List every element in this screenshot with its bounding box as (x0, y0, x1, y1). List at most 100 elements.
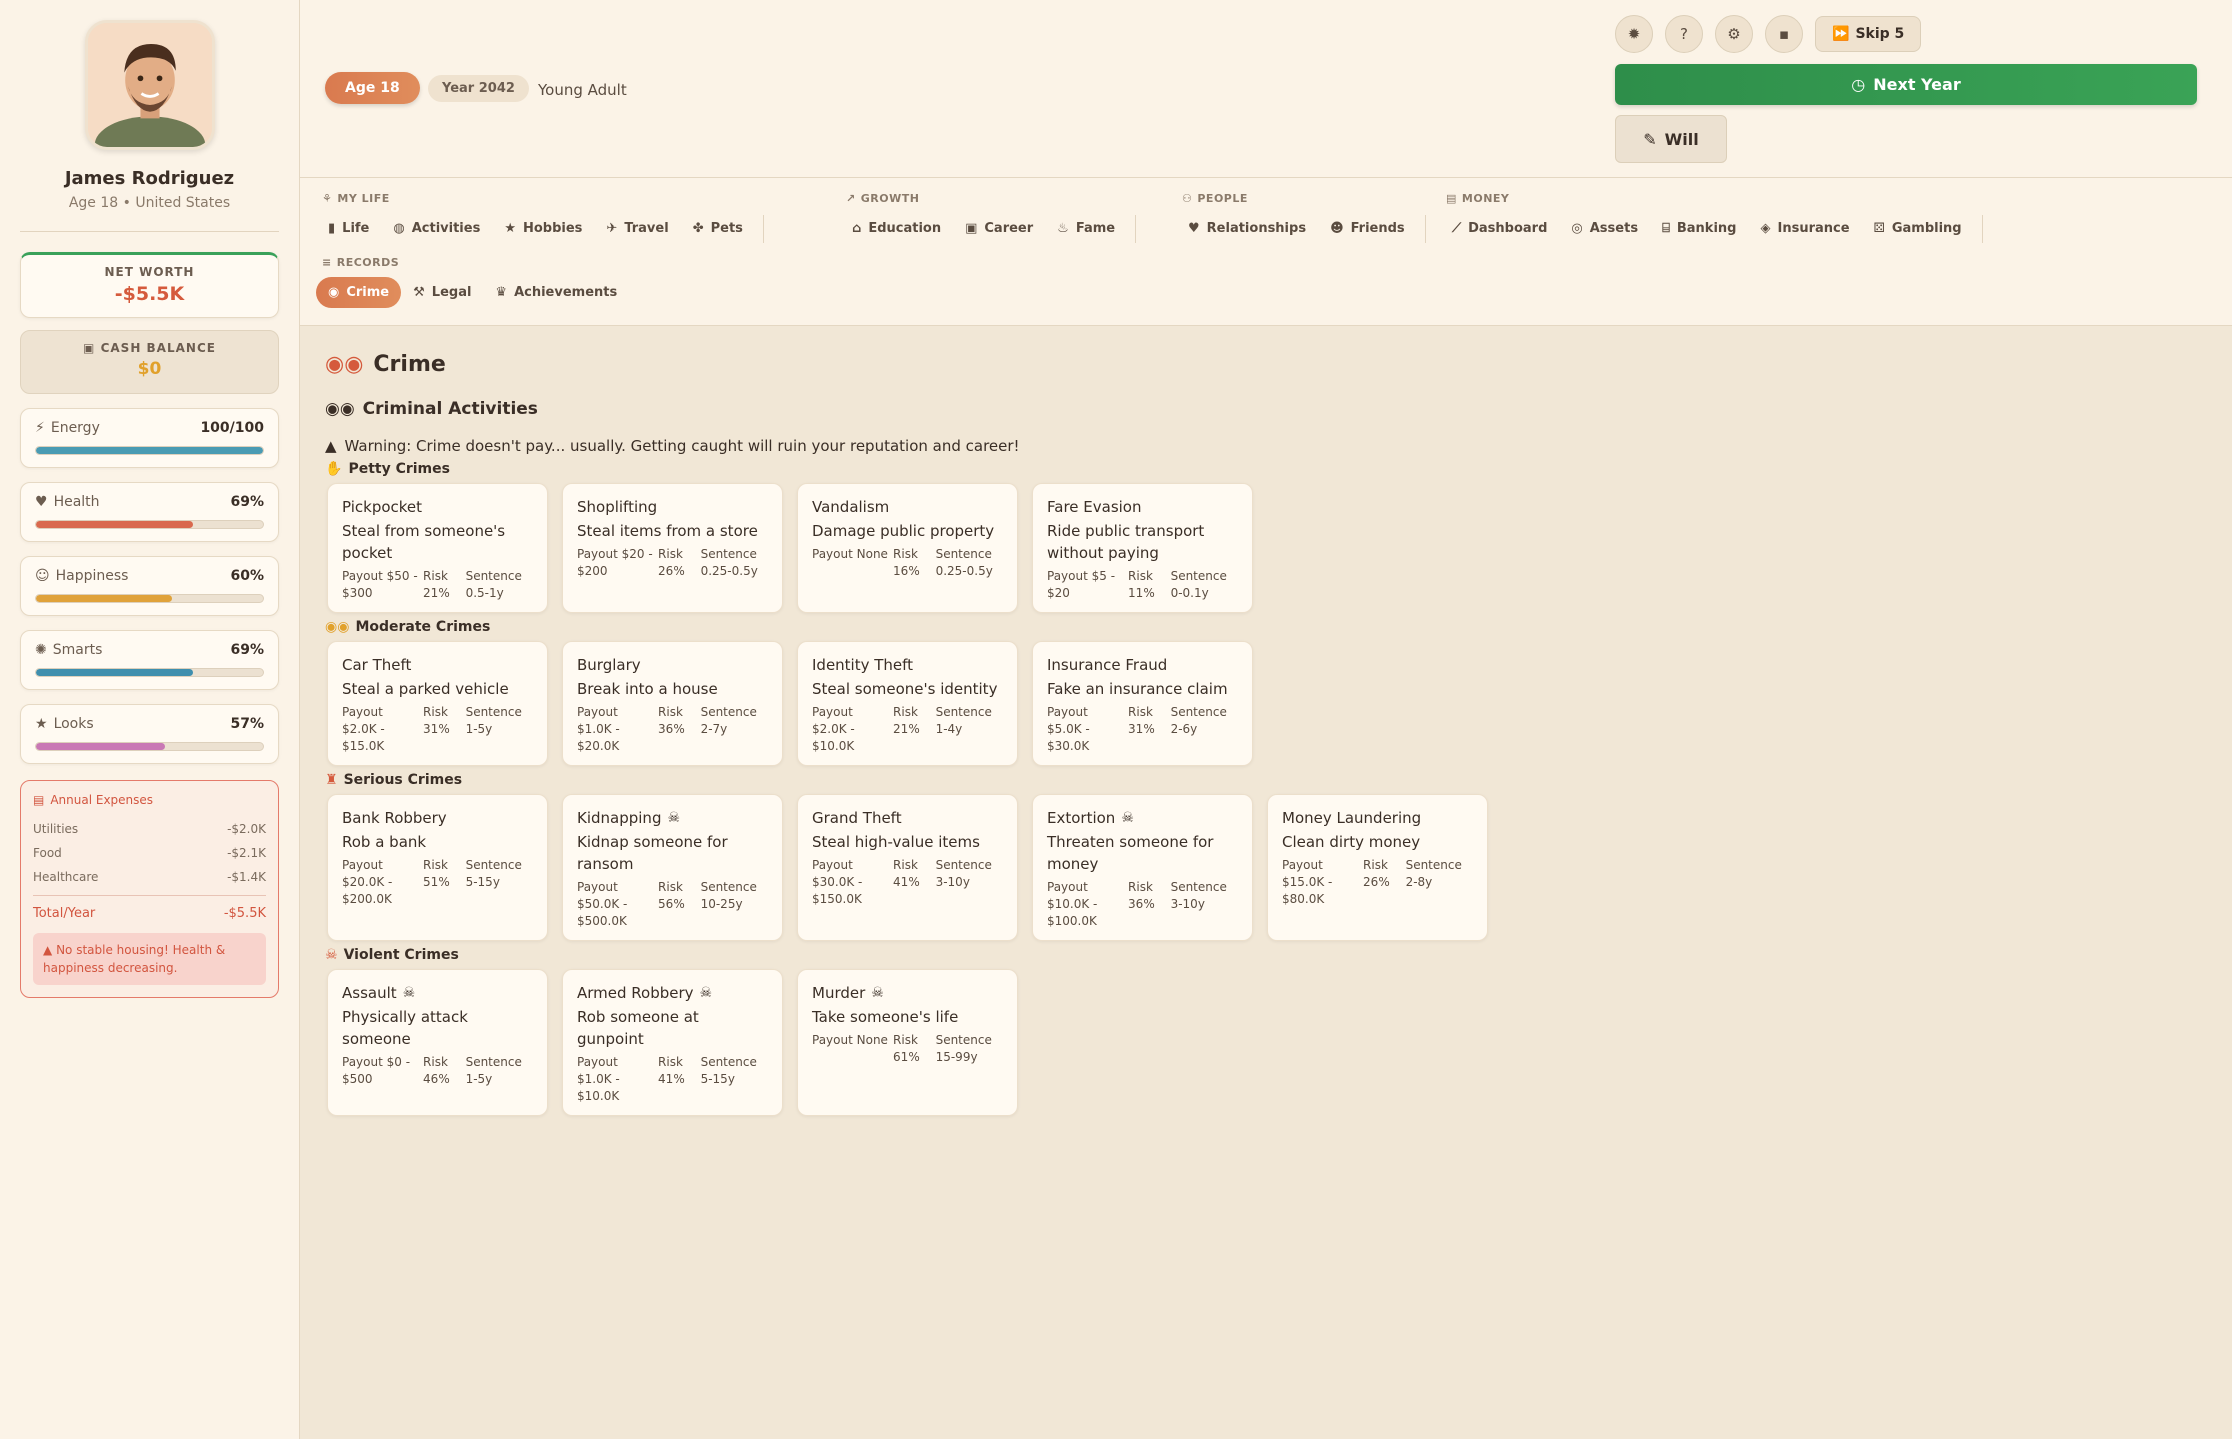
crime-description: Kidnap someone for ransom (577, 833, 728, 873)
crime-card[interactable]: Car Theft Steal a parked vehicle Payout $2… (327, 641, 548, 766)
settings-button[interactable]: ⚙ (1715, 15, 1753, 53)
crime-sentence: Sentence 1-5y (465, 1055, 522, 1086)
crime-sentence: Sentence 15-99y (935, 1033, 992, 1064)
crime-card[interactable]: Kidnapping ☠ Kidnap someone for ransom Payo… (562, 794, 783, 941)
nav-item-career[interactable]: ▣ Career (953, 213, 1045, 244)
skip-button[interactable]: ⏩ Skip 5 (1815, 16, 1922, 52)
crime-name: Money Laundering (1282, 809, 1473, 827)
crime-description: Clean dirty money (1282, 833, 1421, 851)
top-bar: Age 18 Year 2042 Young Adult ✹ ? ⚙ ▪ ⏩ Sk… (300, 0, 2232, 178)
crime-name: Shoplifting (577, 498, 768, 516)
will-button[interactable]: ✎ Will (1615, 115, 1727, 163)
crime-card[interactable]: Identity Theft Steal someone's identity Pa… (797, 641, 1018, 766)
crime-stats: Payout $5 - $20 Risk 11% Sentence 0-0.1y (1047, 568, 1238, 602)
help-button[interactable]: ? (1665, 15, 1703, 53)
avatar[interactable] (84, 20, 215, 150)
crime-card[interactable]: Bank Robbery Rob a bank Payout $20.0K - $2… (327, 794, 548, 941)
stat-name-text: Happiness (55, 568, 129, 584)
nav-item-fame[interactable]: ♨ Fame (1045, 213, 1127, 244)
nav-item-education[interactable]: ⌂ Education (840, 213, 953, 244)
theme-button[interactable]: ✹ (1615, 15, 1653, 53)
expenses-total: Total/Year -$5.5K (33, 895, 266, 921)
crime-name-text: Bank Robbery (342, 809, 447, 827)
nav-item-life[interactable]: ▮ Life (316, 213, 381, 244)
stat-value: 60% (230, 568, 264, 584)
crime-name-text: Identity Theft (812, 656, 914, 674)
nav-separator (1135, 214, 1137, 243)
crime-card[interactable]: Fare Evasion Ride public transport withou… (1032, 483, 1253, 613)
crime-sentence: Sentence 3-10y (1170, 880, 1227, 911)
briefcase-icon: ▣ (965, 221, 978, 236)
nav-item-insurance[interactable]: ◈ Insurance (1748, 213, 1861, 244)
crime-card[interactable]: Murder ☠ Take someone's life Payout None Ris… (797, 969, 1018, 1116)
avatar-portrait-icon (87, 23, 212, 147)
stat-name: ☺ Happiness (35, 568, 128, 584)
nav-item-travel[interactable]: ✈ Travel (594, 213, 680, 244)
crime-sentence: Sentence 5-15y (700, 1055, 757, 1086)
save-button[interactable]: ▪ (1765, 15, 1803, 53)
crime-payout: Payout $50 - $300 (342, 569, 418, 600)
nav-item-activities[interactable]: ◍ Activities (381, 213, 492, 244)
crime-sentence: Sentence 1-5y (465, 705, 522, 736)
crime-payout: Payout $1.0K - $20.0K (577, 705, 620, 753)
next-year-button[interactable]: ◷ Next Year (1615, 64, 2197, 105)
nav-item-gambling[interactable]: ⚄ Gambling (1862, 213, 1974, 244)
nav-item-achievements[interactable]: ♛ Achievements (483, 277, 629, 308)
crime-card[interactable]: Money Laundering Clean dirty money Payout … (1267, 794, 1488, 941)
top-actions: ✹ ? ⚙ ▪ ⏩ Skip 5 (1615, 15, 1922, 53)
stat-header: ⚡ Energy 100/100 (35, 420, 264, 436)
stat-name-text: Smarts (52, 642, 103, 658)
nav-group-label-text: GROWTH (860, 192, 920, 205)
smile-icon: ☺ (35, 568, 50, 584)
cash-label-text: CASH BALANCE (100, 341, 216, 355)
crime-payout: Payout $10.0K - $100.0K (1047, 880, 1098, 928)
crime-category-title-text: Serious Crimes (343, 772, 463, 788)
nav-item-banking[interactable]: ⌸ Banking (1650, 213, 1748, 244)
crime-card[interactable]: Pickpocket Steal from someone's pocket Pay… (327, 483, 548, 613)
nav-item-label: Banking (1676, 221, 1737, 236)
stat-name: ♥ Health (35, 494, 100, 510)
nav-item-pets[interactable]: ✤ Pets (681, 213, 755, 244)
crime-card[interactable]: Assault ☠ Physically attack someone Payout … (327, 969, 548, 1116)
page-title-text: Crime (373, 352, 446, 377)
paw-icon: ✤ (692, 221, 704, 236)
crime-warning-text: Warning: Crime doesn't pay... usually. G… (344, 437, 1020, 455)
nav-item-crime[interactable]: ◉ Crime (316, 277, 402, 308)
stat-header: ★ Looks 57% (35, 716, 264, 732)
crime-card[interactable]: Shoplifting Steal items from a store Payou… (562, 483, 783, 613)
will-label: Will (1664, 129, 1699, 149)
nav-item-dashboard[interactable]: ⟋ Dashboard (1440, 213, 1559, 244)
crime-risk: Risk 31% (423, 705, 450, 736)
lightning-icon: ⚡ (35, 420, 45, 436)
brain-icon: ✺ (35, 642, 47, 658)
nav-item-relationships[interactable]: ♥ Relationships (1176, 213, 1318, 244)
crime-description: Steal items from a store (577, 522, 758, 540)
nav-item-label: Life (342, 221, 370, 236)
stat-bar (35, 446, 264, 455)
crime-card[interactable]: Insurance Fraud Fake an insurance claim Pa… (1032, 641, 1253, 766)
crime-description: Rob someone at gunpoint (577, 1008, 699, 1048)
crime-name-text: Assault (342, 984, 397, 1002)
expense-value: -$2.0K (227, 822, 266, 836)
crime-payout: Payout $1.0K - $10.0K (577, 1055, 620, 1103)
page-title: ◉◉ Crime (325, 352, 2207, 377)
nav-item-hobbies[interactable]: ★ Hobbies (492, 213, 594, 244)
crime-card[interactable]: Armed Robbery ☠ Rob someone at gunpoint Pay… (562, 969, 783, 1116)
list-icon: ≡ (322, 256, 332, 269)
sun-icon: ✹ (1627, 25, 1641, 43)
nav-item-legal[interactable]: ⚒ Legal (401, 277, 483, 308)
annual-expenses-panel: ▤ Annual Expenses Utilities -$2.0K Food -$2.… (20, 780, 279, 998)
crime-name-text: Burglary (577, 656, 641, 674)
nav-item-assets[interactable]: ◎ Assets (1559, 213, 1650, 244)
crime-card[interactable]: Vandalism Damage public property Payout No… (797, 483, 1018, 613)
nav-item-friends[interactable]: ☻ Friends (1318, 213, 1417, 244)
crime-card[interactable]: Burglary Break into a house Payout $1.0K -… (562, 641, 783, 766)
section-title-text: Criminal Activities (362, 399, 538, 419)
crime-stats: Payout None Risk 61% Sentence 15-99y (812, 1032, 1003, 1066)
networth-label: NET WORTH (104, 265, 195, 279)
crime-card[interactable]: Extortion ☠ Threaten someone for money Payo… (1032, 794, 1253, 941)
crime-card[interactable]: Grand Theft Steal high-value items Payout … (797, 794, 1018, 941)
expenses-total-label: Total/Year (33, 906, 96, 921)
warning-icon: ▲ (325, 437, 337, 455)
crime-risk: Risk 16% (893, 547, 920, 578)
